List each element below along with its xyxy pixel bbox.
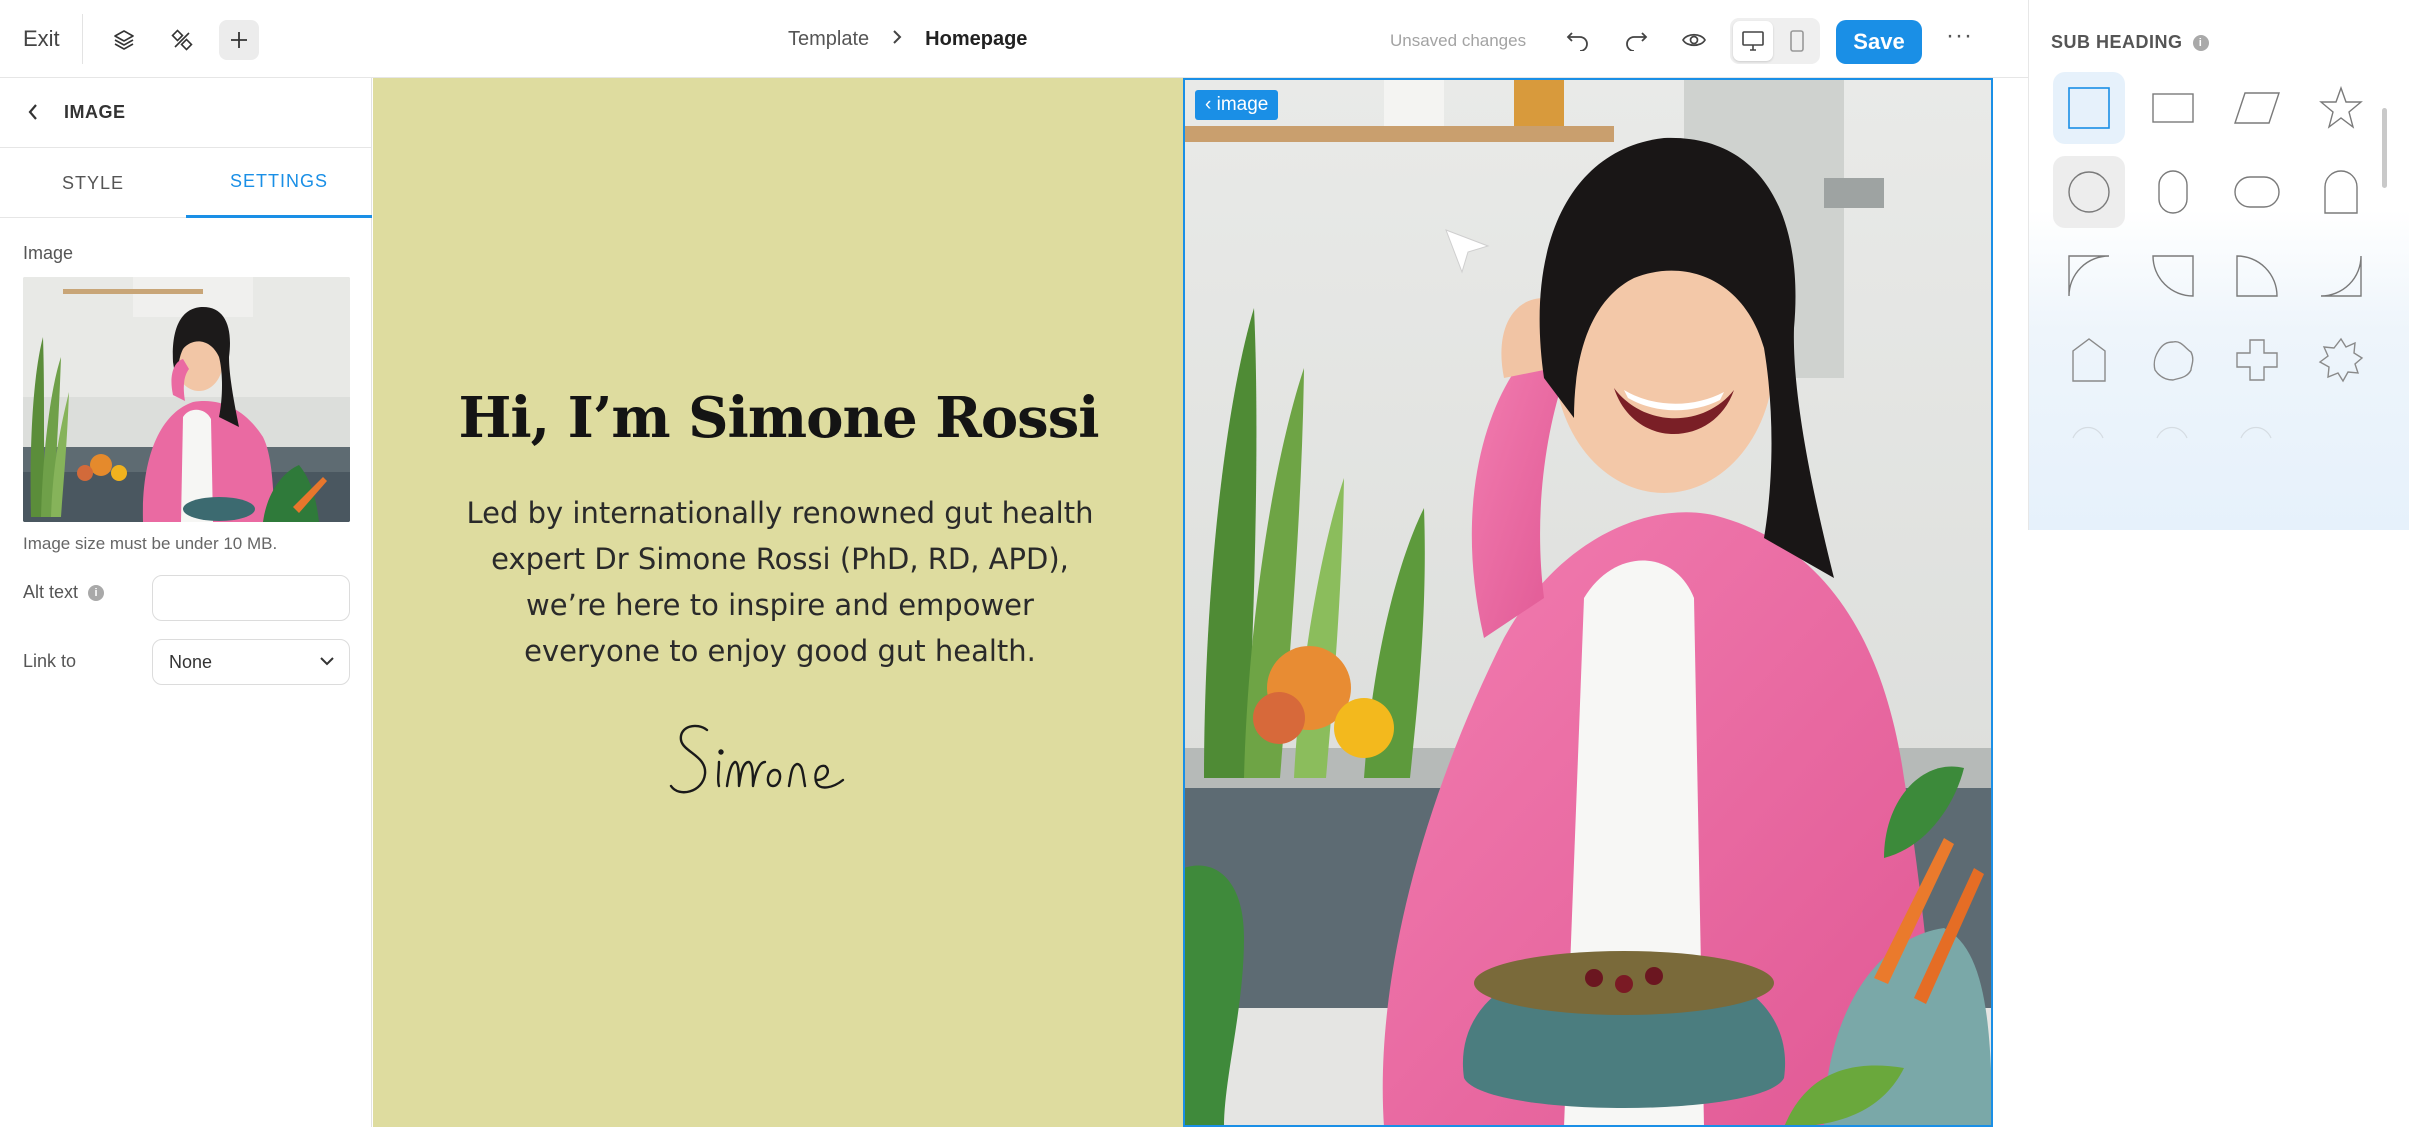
shape-blob[interactable] xyxy=(2137,324,2209,396)
shape-pill-horizontal[interactable] xyxy=(2221,156,2293,228)
shape-row-partial xyxy=(2053,420,2373,440)
shape-star[interactable] xyxy=(2305,72,2377,144)
breadcrumb-homepage[interactable]: Homepage xyxy=(925,28,1027,51)
hero-body-text[interactable]: Led by internationally renowned gut heal… xyxy=(460,490,1100,674)
info-icon[interactable]: i xyxy=(2192,35,2209,52)
shape-cross[interactable] xyxy=(2221,324,2293,396)
shape-pill-vertical[interactable] xyxy=(2137,156,2209,228)
shape-square[interactable] xyxy=(2053,72,2125,144)
shape-rectangle[interactable] xyxy=(2137,72,2209,144)
chevron-right-icon xyxy=(891,28,903,51)
shape-flower[interactable] xyxy=(2305,324,2377,396)
layers-icon[interactable] xyxy=(104,20,144,60)
shape-circle[interactable] xyxy=(2053,156,2125,228)
selected-element-tag-label: image xyxy=(1216,94,1269,115)
image-label: Image xyxy=(23,243,74,263)
shape-quarter-bottom-left[interactable] xyxy=(2221,240,2293,312)
selected-element-tag[interactable]: ‹ image xyxy=(1195,90,1279,120)
link-to-select[interactable]: None xyxy=(152,639,350,685)
save-status: Unsaved changes xyxy=(1390,31,1527,50)
shape-quarter-bottom-right[interactable] xyxy=(2305,240,2377,312)
shape-parallelogram[interactable] xyxy=(2221,72,2293,144)
signature-image[interactable] xyxy=(667,700,887,820)
mobile-icon[interactable] xyxy=(1777,21,1817,61)
shape-quarter-top-right[interactable] xyxy=(2137,240,2209,312)
panel-tabs: STYLE SETTINGS xyxy=(0,148,372,218)
components-icon[interactable] xyxy=(162,20,202,60)
link-to-value: None xyxy=(169,652,213,672)
tab-style[interactable]: STYLE xyxy=(0,148,186,218)
divider xyxy=(82,14,83,64)
chevron-down-icon xyxy=(319,654,335,673)
redo-icon[interactable] xyxy=(1616,20,1656,60)
preview-eye-icon[interactable] xyxy=(1674,20,1714,60)
device-toggle xyxy=(1730,18,1820,64)
cursor-icon xyxy=(1444,228,1492,281)
shape-picker-panel: SUB HEADING i xyxy=(2028,0,2409,530)
add-icon[interactable] xyxy=(219,20,259,60)
panel-header: IMAGE xyxy=(0,78,371,148)
shape-arch[interactable] xyxy=(2305,156,2377,228)
link-to-label: Link to xyxy=(23,651,77,671)
shape-panel-heading: SUB HEADING i xyxy=(2051,32,2209,53)
image-preview[interactable] xyxy=(23,277,350,522)
shape-quarter-top-left[interactable] xyxy=(2053,240,2125,312)
save-button[interactable]: Save xyxy=(1836,20,1922,64)
image-size-hint: Image size must be under 10 MB. xyxy=(23,534,278,553)
shape-panel-heading-text: SUB HEADING xyxy=(2051,32,2183,52)
exit-button[interactable]: Exit xyxy=(23,26,60,52)
breadcrumb: Template Homepage xyxy=(788,28,1027,51)
alt-text-label: Alt text i xyxy=(23,582,105,603)
desktop-icon[interactable] xyxy=(1733,21,1773,61)
shape-panel-scrollbar[interactable] xyxy=(2382,108,2387,188)
info-icon[interactable]: i xyxy=(88,585,105,602)
tab-settings[interactable]: SETTINGS xyxy=(186,148,372,218)
more-options-icon[interactable]: ··· xyxy=(1946,22,1973,50)
alt-text-label-text: Alt text xyxy=(23,582,79,602)
hero-image[interactable] xyxy=(1184,78,1992,1127)
shape-tag[interactable] xyxy=(2053,324,2125,396)
alt-text-input[interactable] xyxy=(152,575,350,621)
panel-title: IMAGE xyxy=(64,102,126,122)
hero-heading[interactable]: Hi, I’m Simone Rossi xyxy=(373,385,1184,451)
settings-panel: IMAGE STYLE SETTINGS Image Image size mu… xyxy=(0,78,372,1127)
chevron-left-icon[interactable] xyxy=(26,102,40,127)
undo-icon[interactable] xyxy=(1558,20,1598,60)
breadcrumb-template[interactable]: Template xyxy=(788,28,869,51)
